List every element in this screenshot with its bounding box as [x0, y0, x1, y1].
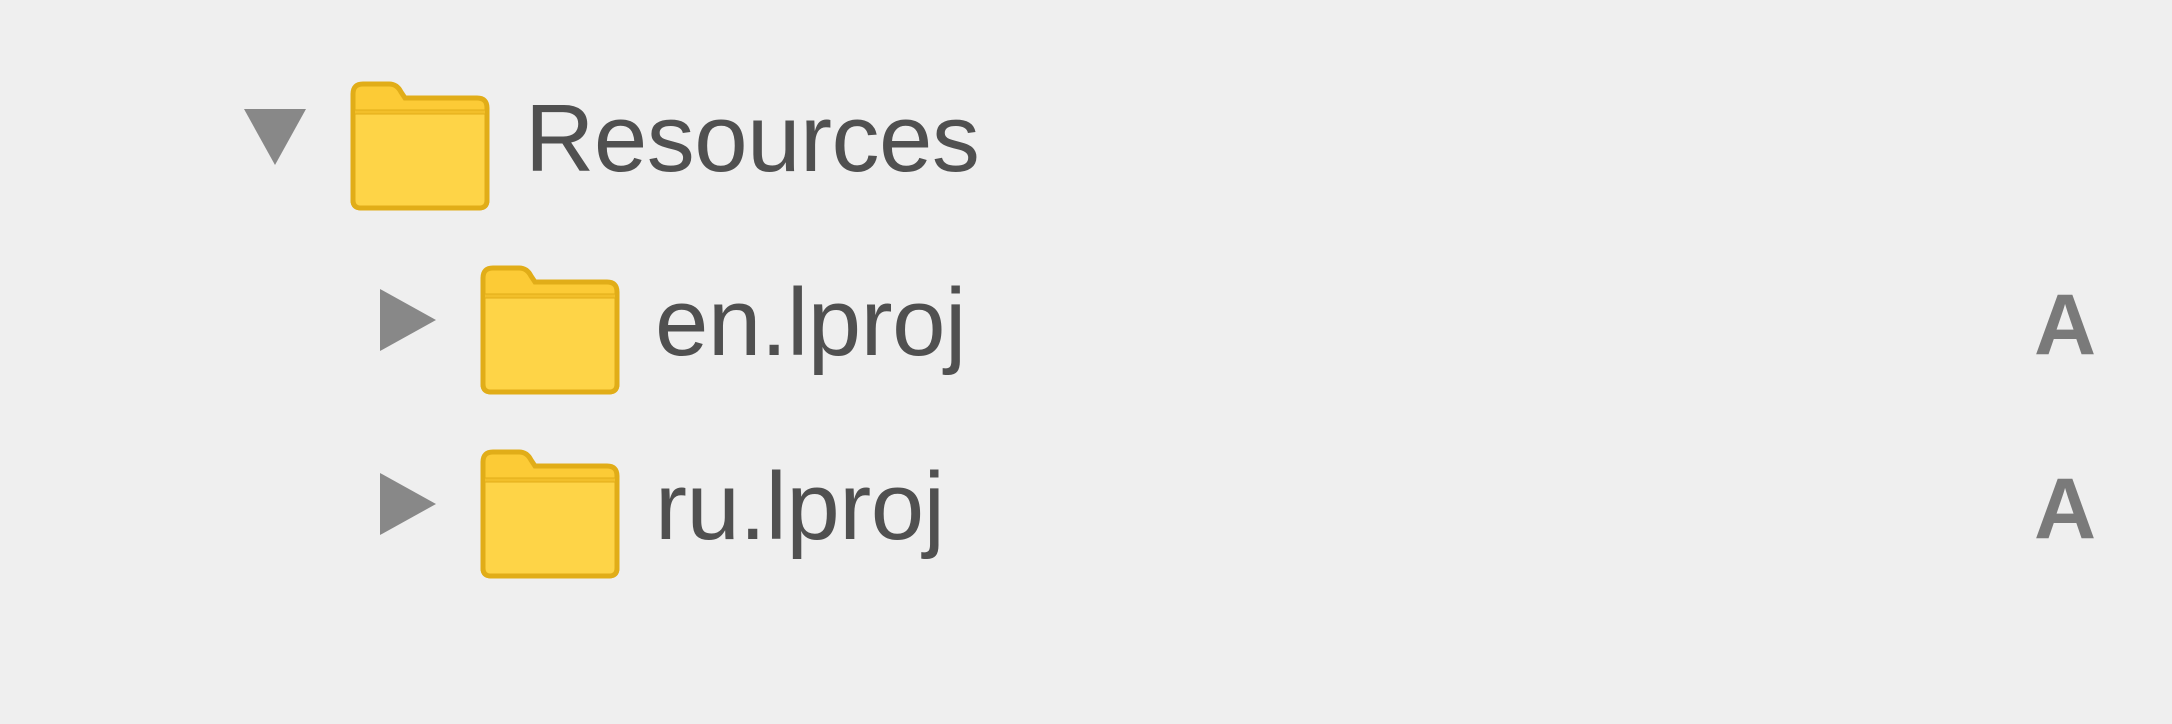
disclosure-triangle-expanded-icon[interactable]: [240, 101, 310, 171]
project-navigator: Resources en.lproj A ru.lproj A: [0, 0, 2172, 724]
folder-icon: [475, 446, 625, 581]
source-control-status-badge: A: [2033, 277, 2097, 373]
tree-item-label: en.lproj: [655, 269, 966, 376]
folder-icon: [475, 262, 625, 397]
tree-item-label: Resources: [525, 85, 980, 192]
tree-item-label: ru.lproj: [655, 453, 945, 560]
tree-row-en-lproj[interactable]: en.lproj A: [0, 240, 2172, 420]
disclosure-triangle-collapsed-icon[interactable]: [372, 469, 442, 539]
disclosure-triangle-collapsed-icon[interactable]: [372, 285, 442, 355]
tree-row-resources[interactable]: Resources: [0, 56, 2172, 236]
tree-row-ru-lproj[interactable]: ru.lproj A: [0, 424, 2172, 604]
source-control-status-badge: A: [2033, 461, 2097, 557]
folder-icon: [345, 78, 495, 213]
